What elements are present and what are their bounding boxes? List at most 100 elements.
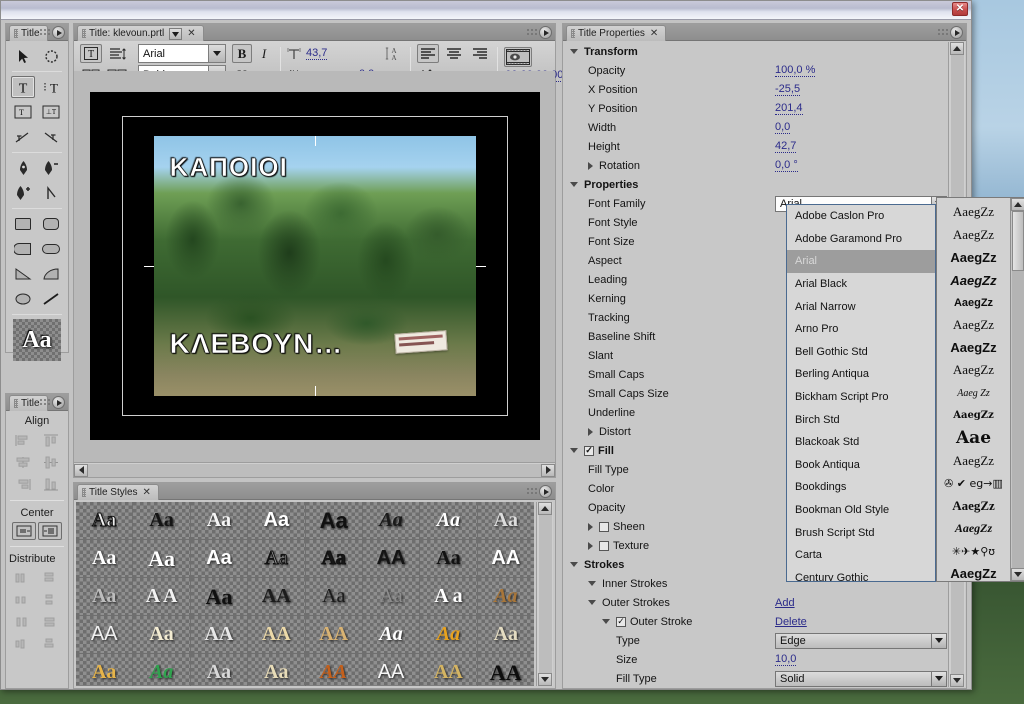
delete-stroke-link[interactable]: Delete: [775, 616, 807, 628]
style-swatch[interactable]: Aa: [362, 502, 420, 539]
distribute-bottom-button[interactable]: [38, 612, 64, 632]
path-type-tool[interactable]: [11, 126, 35, 148]
properties-panel-menu[interactable]: [937, 25, 963, 39]
chevron-down-icon[interactable]: [931, 671, 946, 686]
chevron-down-icon[interactable]: [570, 448, 578, 453]
stroke-size-value[interactable]: 10,0: [775, 653, 797, 666]
distribute-even-spacing-horizontal-button[interactable]: [10, 634, 36, 654]
title-canvas-area[interactable]: ΚΑΠΟΙΟΙ ΚΛΕΒΟΥΝ…: [74, 71, 555, 461]
style-swatch[interactable]: Aa: [190, 502, 248, 539]
style-swatch[interactable]: Aa: [362, 578, 420, 615]
section-transform[interactable]: Transform: [564, 42, 948, 61]
scroll-up-icon[interactable]: [538, 502, 552, 515]
row-width[interactable]: Width 0,0: [564, 118, 948, 137]
tab-dropdown-icon[interactable]: [169, 28, 183, 40]
style-swatch[interactable]: AA: [305, 654, 362, 686]
row-stroke-type[interactable]: Type Edge: [564, 631, 948, 650]
align-center-icon[interactable]: [443, 44, 465, 63]
rounded-corner-rectangle-tool[interactable]: [39, 213, 63, 235]
add-anchor-point-tool[interactable]: [11, 182, 35, 204]
align-left-button[interactable]: [10, 430, 36, 450]
scroll-left-icon[interactable]: [74, 463, 88, 477]
font-option-carta[interactable]: Carta: [787, 544, 935, 567]
style-swatch[interactable]: AA: [420, 654, 477, 686]
style-swatch[interactable]: Aa: [76, 654, 133, 686]
font-option-arial[interactable]: Arial: [787, 250, 935, 273]
designer-panel-menu[interactable]: [526, 25, 552, 39]
width-value[interactable]: 0,0: [775, 121, 791, 134]
title-canvas[interactable]: ΚΑΠΟΙΟΙ ΚΛΕΒΟΥΝ…: [89, 92, 540, 440]
font-family-combo[interactable]: Arial: [138, 44, 226, 63]
style-swatch[interactable]: AA: [76, 616, 133, 653]
current-style-swatch[interactable]: Aa: [13, 319, 61, 361]
height-value[interactable]: 42,7: [775, 140, 797, 153]
scroll-right-icon[interactable]: [541, 463, 555, 477]
align-right-button[interactable]: [10, 474, 36, 494]
font-option-arno-pro[interactable]: Arno Pro: [787, 318, 935, 341]
fill-checkbox[interactable]: ✓: [584, 445, 594, 456]
chevron-down-icon[interactable]: [588, 581, 596, 586]
font-option-blackoak-std[interactable]: Blackoak Std: [787, 431, 935, 454]
text-options-icon[interactable]: [106, 44, 128, 63]
distribute-right-button[interactable]: [10, 612, 36, 632]
distribute-even-spacing-vertical-button[interactable]: [38, 634, 64, 654]
clipped-corner-rectangle-tool[interactable]: [11, 238, 35, 260]
chevron-down-icon[interactable]: [570, 562, 578, 567]
style-swatch[interactable]: AA: [190, 616, 248, 653]
sheen-checkbox[interactable]: [599, 521, 609, 532]
selection-handle-bottom[interactable]: [314, 386, 316, 396]
chevron-right-icon[interactable]: [588, 541, 593, 550]
style-swatch[interactable]: AA: [362, 540, 420, 577]
panel-menu-icon[interactable]: [52, 395, 65, 409]
tools-panel-menu[interactable]: [39, 25, 65, 39]
style-swatch[interactable]: Aa: [190, 540, 248, 577]
vertical-area-type-tool[interactable]: ⊥T: [39, 101, 63, 123]
area-type-tool[interactable]: T: [11, 101, 35, 123]
style-swatch[interactable]: Aa: [76, 578, 133, 615]
style-swatch[interactable]: Aa: [362, 616, 420, 653]
chevron-down-icon[interactable]: [931, 633, 946, 648]
designer-horizontal-scrollbar[interactable]: [74, 462, 555, 477]
distribute-horizontal-center-button[interactable]: [10, 590, 36, 610]
drag-grip-icon[interactable]: [82, 488, 86, 497]
ellipse-tool[interactable]: [11, 288, 35, 310]
convert-anchor-point-tool[interactable]: [39, 182, 63, 204]
chevron-right-icon[interactable]: [588, 161, 593, 170]
font-option-bell-gothic-std[interactable]: Bell Gothic Std: [787, 341, 935, 364]
drag-grip-icon[interactable]: [82, 29, 86, 38]
distribute-vertical-center-button[interactable]: [38, 590, 64, 610]
tab-title-styles[interactable]: Title Styles ✕: [77, 484, 159, 500]
align-horizontal-center-button[interactable]: [10, 452, 36, 472]
rotation-tool[interactable]: [39, 45, 63, 67]
chevron-down-icon[interactable]: [588, 600, 596, 605]
style-swatch[interactable]: AA: [305, 616, 362, 653]
align-right-icon[interactable]: [469, 44, 491, 63]
font-family-dropdown-list[interactable]: Adobe Caslon Pro Adobe Garamond Pro Arial A…: [786, 204, 936, 582]
scroll-down-icon[interactable]: [1010, 568, 1024, 581]
style-swatch[interactable]: Aa: [76, 502, 133, 539]
style-swatch[interactable]: Aa: [190, 578, 248, 615]
close-tab-icon[interactable]: ✕: [650, 27, 658, 41]
style-swatch[interactable]: Aa: [190, 654, 248, 686]
title-text-line-1[interactable]: ΚΑΠΟΙΟΙ: [169, 151, 288, 183]
selection-handle-left[interactable]: [143, 266, 154, 267]
scroll-down-icon[interactable]: [538, 673, 552, 686]
style-swatch[interactable]: Aa: [248, 540, 305, 577]
drag-grip-icon[interactable]: [14, 399, 18, 408]
font-option-adobe-caslon-pro[interactable]: Adobe Caslon Pro: [787, 205, 935, 228]
x-position-value[interactable]: -25,5: [775, 83, 801, 96]
tab-title-properties[interactable]: Title Properties ✕: [566, 25, 667, 41]
styles-panel-menu[interactable]: [526, 484, 552, 498]
style-swatch[interactable]: Aa: [477, 502, 534, 539]
italic-button[interactable]: I: [254, 44, 274, 63]
row-stroke-fill-type[interactable]: Fill Type Solid: [564, 669, 948, 687]
panel-menu-icon[interactable]: [950, 25, 963, 39]
font-size-value[interactable]: 43,7: [306, 47, 328, 60]
font-option-arial-narrow[interactable]: Arial Narrow: [787, 295, 935, 318]
leading-icon[interactable]: AA: [382, 44, 404, 63]
style-swatch[interactable]: Aa: [133, 616, 190, 653]
texture-checkbox[interactable]: [599, 540, 609, 551]
panel-menu-icon[interactable]: [52, 25, 65, 39]
stroke-type-select[interactable]: Edge: [775, 632, 947, 649]
selection-handle-top[interactable]: [314, 136, 316, 146]
